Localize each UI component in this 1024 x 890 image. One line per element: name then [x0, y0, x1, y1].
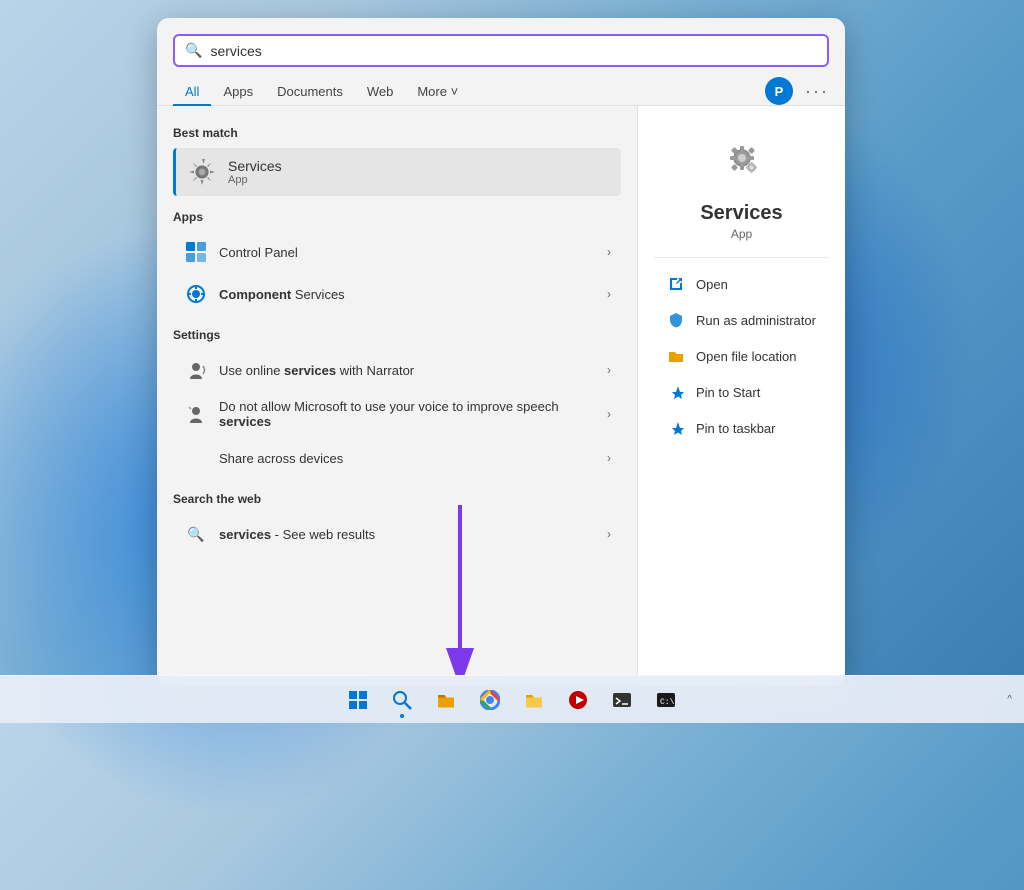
terminal-button[interactable] — [602, 680, 642, 720]
app-preview-icon — [710, 126, 774, 190]
speech-label: Do not allow Microsoft to use your voice… — [219, 399, 607, 429]
search-bar-container[interactable]: 🔍 — [173, 34, 829, 67]
control-panel-label: Control Panel — [219, 245, 607, 260]
share-icon — [183, 445, 209, 471]
control-panel-item[interactable]: Control Panel › — [173, 232, 621, 272]
more-options-button[interactable]: ··· — [805, 81, 829, 102]
best-match-item[interactable]: Services App — [173, 148, 621, 196]
component-services-label: Component Services — [219, 287, 607, 302]
web-search-item[interactable]: 🔍 services - See web results › — [173, 514, 621, 554]
action-open[interactable]: Open — [654, 266, 829, 302]
open-icon — [666, 274, 686, 294]
media-button[interactable] — [558, 680, 598, 720]
narrator-arrow: › — [607, 363, 611, 377]
left-panel: Best match — [157, 106, 637, 686]
pin-taskbar-icon — [666, 418, 686, 438]
folder-icon — [666, 346, 686, 366]
svg-text:C:\: C:\ — [660, 698, 675, 707]
services-info: Services App — [228, 158, 282, 186]
share-devices-item[interactable]: Share across devices › — [173, 438, 621, 478]
share-label: Share across devices — [219, 451, 607, 466]
control-panel-arrow: › — [607, 245, 611, 259]
narrator-label: Use online services with Narrator — [219, 363, 607, 378]
services-type: App — [228, 174, 282, 186]
action-pin-start[interactable]: Pin to Start — [654, 374, 829, 410]
tab-documents[interactable]: Documents — [265, 78, 355, 105]
search-panel: 🔍 All Apps Documents Web More ˅ P ··· Be… — [157, 18, 845, 686]
cmd-button[interactable]: C:\ — [646, 680, 686, 720]
best-match-label: Best match — [173, 126, 621, 140]
app-preview-type: App — [731, 227, 752, 241]
speech-services-item[interactable]: Do not allow Microsoft to use your voice… — [173, 392, 621, 436]
search-taskbar-button[interactable] — [382, 680, 422, 720]
share-arrow: › — [607, 451, 611, 465]
action-run-admin[interactable]: Run as administrator — [654, 302, 829, 338]
web-section-label: Search the web — [173, 492, 621, 506]
taskbar-right: ^ — [1007, 694, 1012, 705]
search-bar-icon: 🔍 — [185, 42, 202, 59]
web-search-arrow: › — [607, 527, 611, 541]
windows-start-button[interactable] — [338, 680, 378, 720]
services-icon — [186, 156, 218, 188]
file-location-label: Open file location — [696, 349, 796, 364]
main-content: Best match — [157, 106, 845, 686]
pin-start-label: Pin to Start — [696, 385, 760, 400]
taskbar-items: C:\ — [338, 680, 686, 720]
component-services-item[interactable]: Component Services › — [173, 274, 621, 314]
profile-button[interactable]: P — [765, 77, 793, 105]
app-preview-name: Services — [700, 202, 782, 225]
search-input[interactable] — [210, 43, 817, 59]
services-name: Services — [228, 158, 282, 174]
tab-web[interactable]: Web — [355, 78, 406, 105]
web-search-icon: 🔍 — [183, 521, 209, 547]
file-explorer-button[interactable] — [426, 680, 466, 720]
pin-start-icon — [666, 382, 686, 402]
action-file-location[interactable]: Open file location — [654, 338, 829, 374]
folder-taskbar-button[interactable] — [514, 680, 554, 720]
web-search-label: services - See web results — [219, 527, 607, 542]
right-panel: Services App Open Run as administrator — [637, 106, 845, 686]
speech-arrow: › — [607, 407, 611, 421]
control-panel-icon — [183, 239, 209, 265]
tab-all[interactable]: All — [173, 78, 211, 105]
tabs-right-area: P ··· — [765, 77, 829, 105]
apps-section-label: Apps — [173, 210, 621, 224]
component-services-icon — [183, 281, 209, 307]
system-tray-chevron[interactable]: ^ — [1007, 694, 1012, 705]
admin-icon — [666, 310, 686, 330]
taskbar: C:\ ^ — [0, 675, 1024, 723]
tabs-bar: All Apps Documents Web More ˅ P ··· — [157, 67, 845, 106]
pin-taskbar-label: Pin to taskbar — [696, 421, 776, 436]
run-admin-label: Run as administrator — [696, 313, 816, 328]
component-services-arrow: › — [607, 287, 611, 301]
open-label: Open — [696, 277, 728, 292]
narrator-icon — [183, 357, 209, 383]
tab-apps[interactable]: Apps — [211, 78, 265, 105]
speech-icon — [183, 401, 209, 427]
tab-more[interactable]: More ˅ — [405, 78, 470, 105]
action-list: Open Run as administrator Open file loca… — [654, 257, 829, 446]
settings-section-label: Settings — [173, 328, 621, 342]
narrator-services-item[interactable]: Use online services with Narrator › — [173, 350, 621, 390]
action-pin-taskbar[interactable]: Pin to taskbar — [654, 410, 829, 446]
chrome-button[interactable] — [470, 680, 510, 720]
